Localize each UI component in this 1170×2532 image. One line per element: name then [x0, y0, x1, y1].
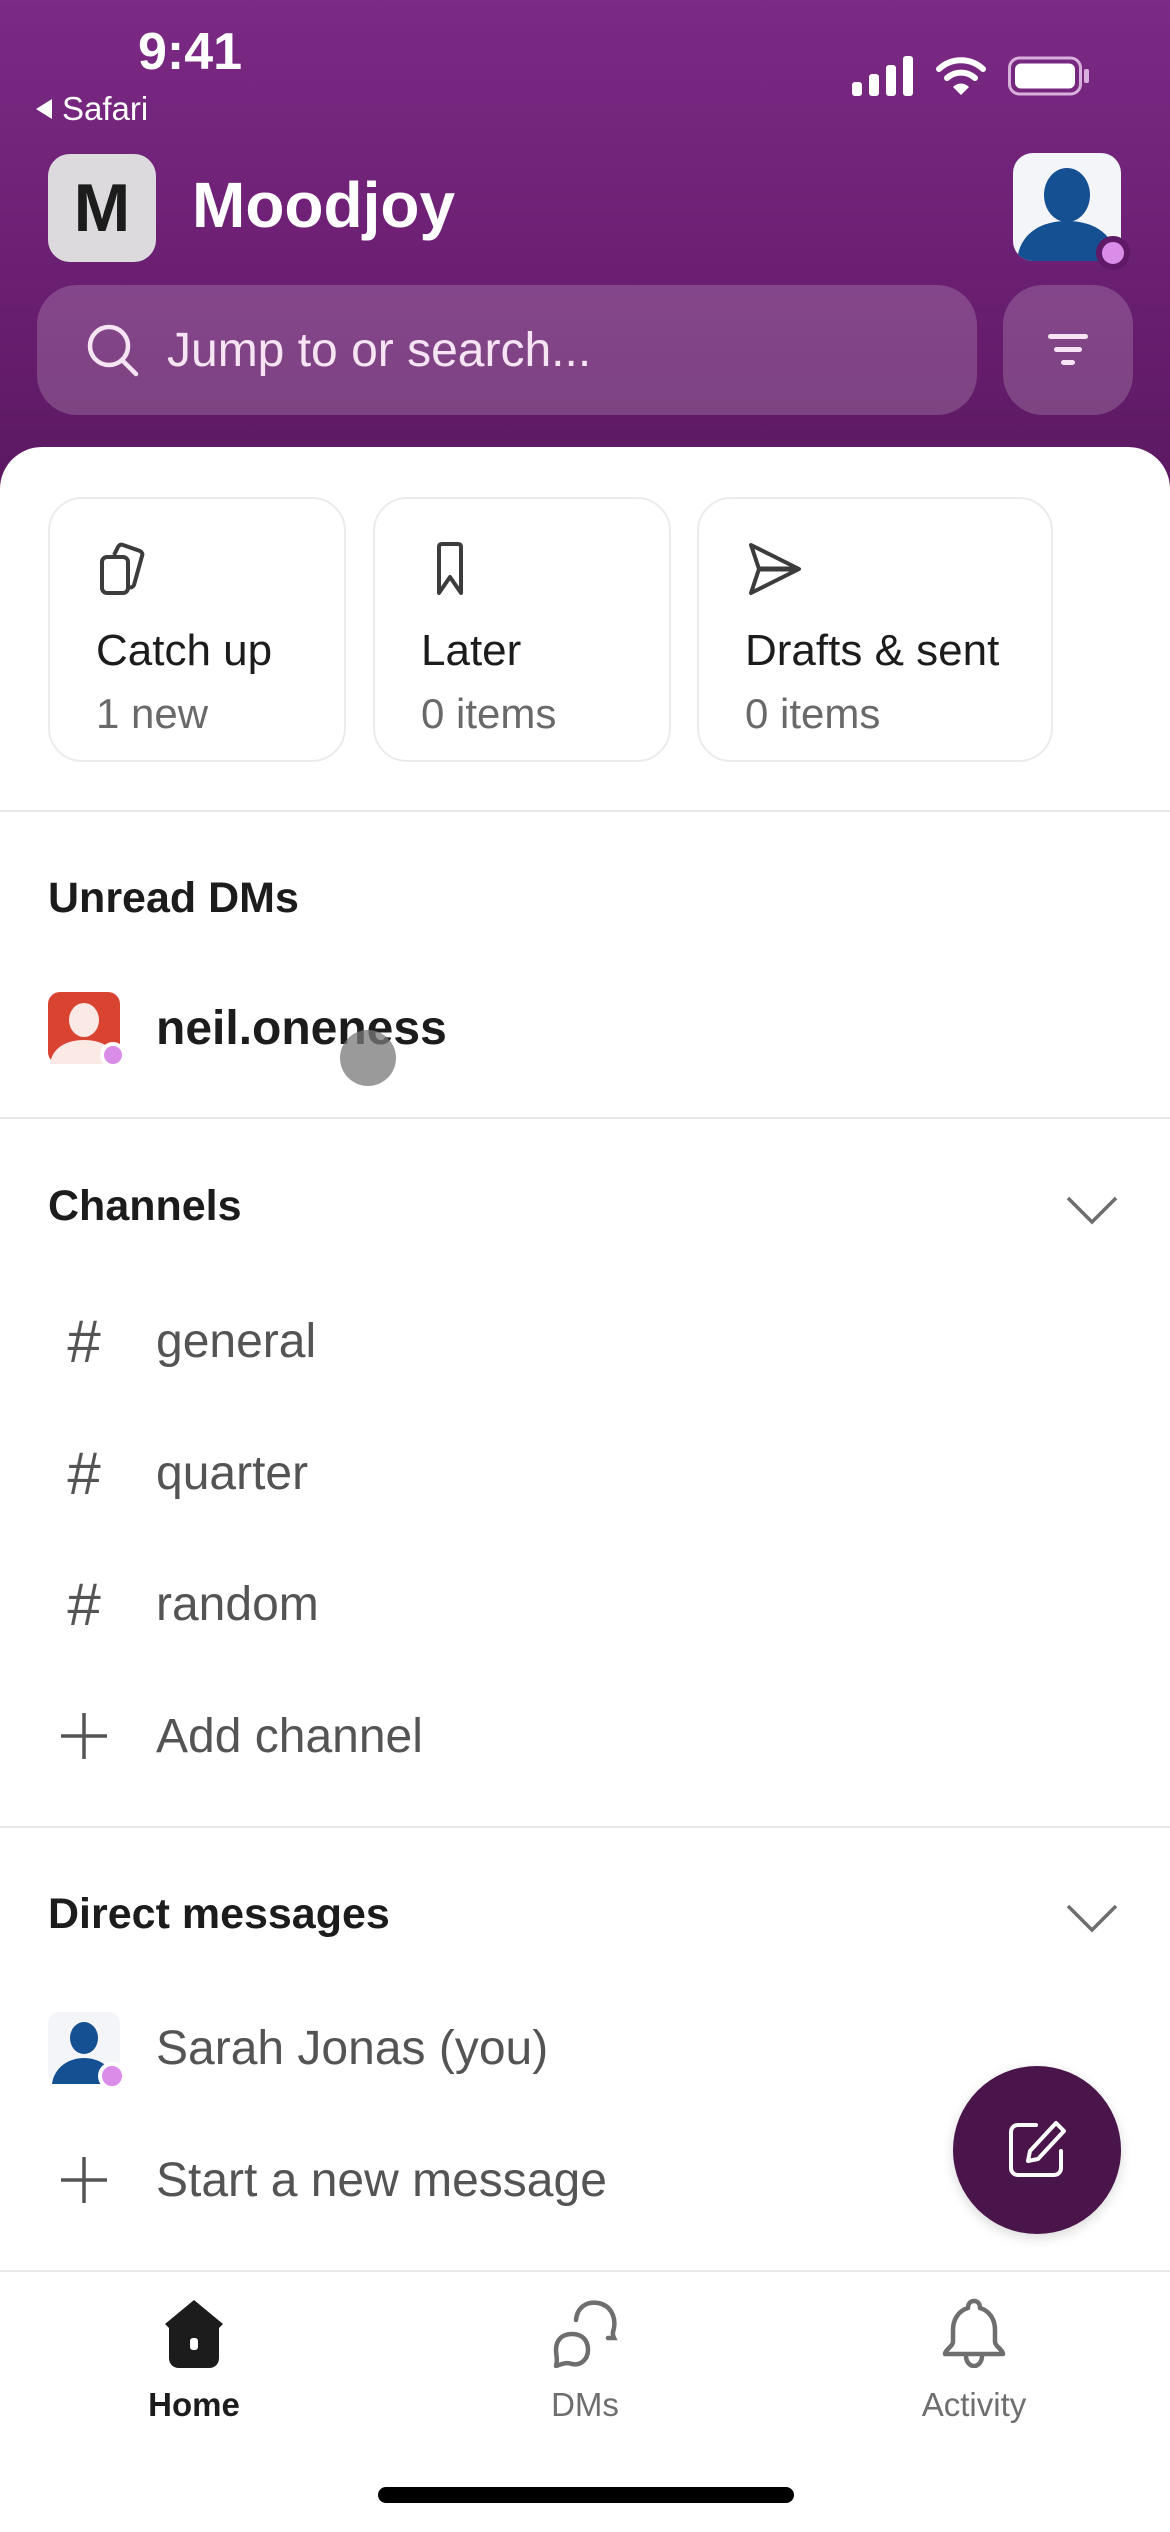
plus-icon: [48, 2144, 120, 2216]
tab-home[interactable]: Home: [64, 2298, 324, 2424]
card-title: Later: [421, 626, 522, 675]
start-new-message-button[interactable]: Start a new message: [48, 2144, 607, 2216]
later-card[interactable]: Later 0 items: [373, 497, 671, 762]
channel-item[interactable]: # general: [48, 1305, 316, 1377]
divider: [0, 1826, 1170, 1828]
workspace-name[interactable]: Moodjoy: [192, 168, 455, 242]
search-input[interactable]: Jump to or search...: [37, 285, 977, 415]
card-title: Catch up: [96, 626, 273, 675]
hash-icon: #: [67, 1439, 101, 1507]
tab-label: Home: [148, 2386, 240, 2423]
channel-name: quarter: [156, 1446, 309, 1500]
cellular-signal-icon: [852, 56, 913, 96]
tab-label: Activity: [921, 2386, 1027, 2423]
hash-icon: #: [67, 1570, 101, 1638]
catch-up-icon: [100, 542, 145, 595]
channel-name: random: [156, 1577, 319, 1631]
status-time: 9:41: [138, 23, 243, 81]
bookmark-icon: [437, 542, 463, 595]
channels-heading[interactable]: Channels: [48, 1182, 242, 1231]
back-to-safari[interactable]: Safari: [36, 90, 148, 128]
drafts-sent-card[interactable]: Drafts & sent 0 items: [697, 497, 1053, 762]
tab-label: DMs: [551, 2386, 619, 2423]
presence-dot: [1096, 236, 1130, 270]
status-icons: [852, 56, 1090, 96]
compose-button[interactable]: [953, 2066, 1121, 2234]
home-icon: [165, 2300, 223, 2368]
dm-item[interactable]: Sarah Jonas (you): [48, 2012, 549, 2090]
divider: [0, 1117, 1170, 1119]
tab-activity[interactable]: Activity: [844, 2298, 1104, 2424]
channel-name: general: [156, 1314, 317, 1368]
back-app-label: Safari: [62, 90, 149, 127]
presence-dot: [100, 1042, 126, 1068]
chevron-down-icon[interactable]: [1062, 1898, 1122, 1938]
tabbar-divider: [0, 2270, 1170, 2272]
add-channel-label: Add channel: [156, 1709, 423, 1763]
card-subtitle: 0 items: [745, 690, 881, 737]
unread-dms-heading: Unread DMs: [48, 874, 299, 922]
plus-icon: [48, 1700, 120, 1772]
dm-name: Sarah Jonas (you): [156, 2021, 549, 2075]
dm-avatar: [48, 992, 126, 1068]
filter-button[interactable]: [1003, 285, 1133, 415]
dms-icon: [553, 2300, 618, 2368]
presence-dot: [98, 2062, 126, 2090]
card-title: Drafts & sent: [745, 626, 1000, 675]
filter-icon: [1048, 334, 1088, 365]
send-icon: [749, 543, 801, 595]
card-subtitle: 0 items: [421, 690, 557, 737]
add-channel-button[interactable]: Add channel: [48, 1700, 423, 1772]
channel-item[interactable]: # quarter: [48, 1437, 308, 1509]
channel-item[interactable]: # random: [48, 1568, 319, 1640]
tab-dms[interactable]: DMs: [455, 2298, 715, 2424]
search-placeholder: Jump to or search...: [167, 323, 592, 377]
search-icon: [87, 324, 139, 377]
start-new-message-label: Start a new message: [156, 2153, 607, 2207]
compose-icon: [1009, 2121, 1066, 2177]
card-subtitle: 1 new: [96, 690, 209, 737]
home-indicator[interactable]: [378, 2487, 794, 2503]
dm-avatar: [48, 2012, 126, 2090]
back-arrow-icon: [36, 99, 52, 119]
battery-icon: [1008, 56, 1089, 96]
hash-icon: #: [67, 1307, 101, 1375]
workspace-icon[interactable]: M: [48, 154, 156, 262]
direct-messages-heading[interactable]: Direct messages: [48, 1890, 390, 1939]
bell-icon: [942, 2298, 1006, 2368]
wifi-icon: [936, 57, 986, 95]
dm-name: neil.oneness: [156, 1001, 447, 1055]
touch-indicator: [340, 1030, 396, 1086]
chevron-down-icon[interactable]: [1062, 1190, 1122, 1230]
divider: [0, 810, 1170, 812]
catch-up-card[interactable]: Catch up 1 new: [48, 497, 346, 762]
